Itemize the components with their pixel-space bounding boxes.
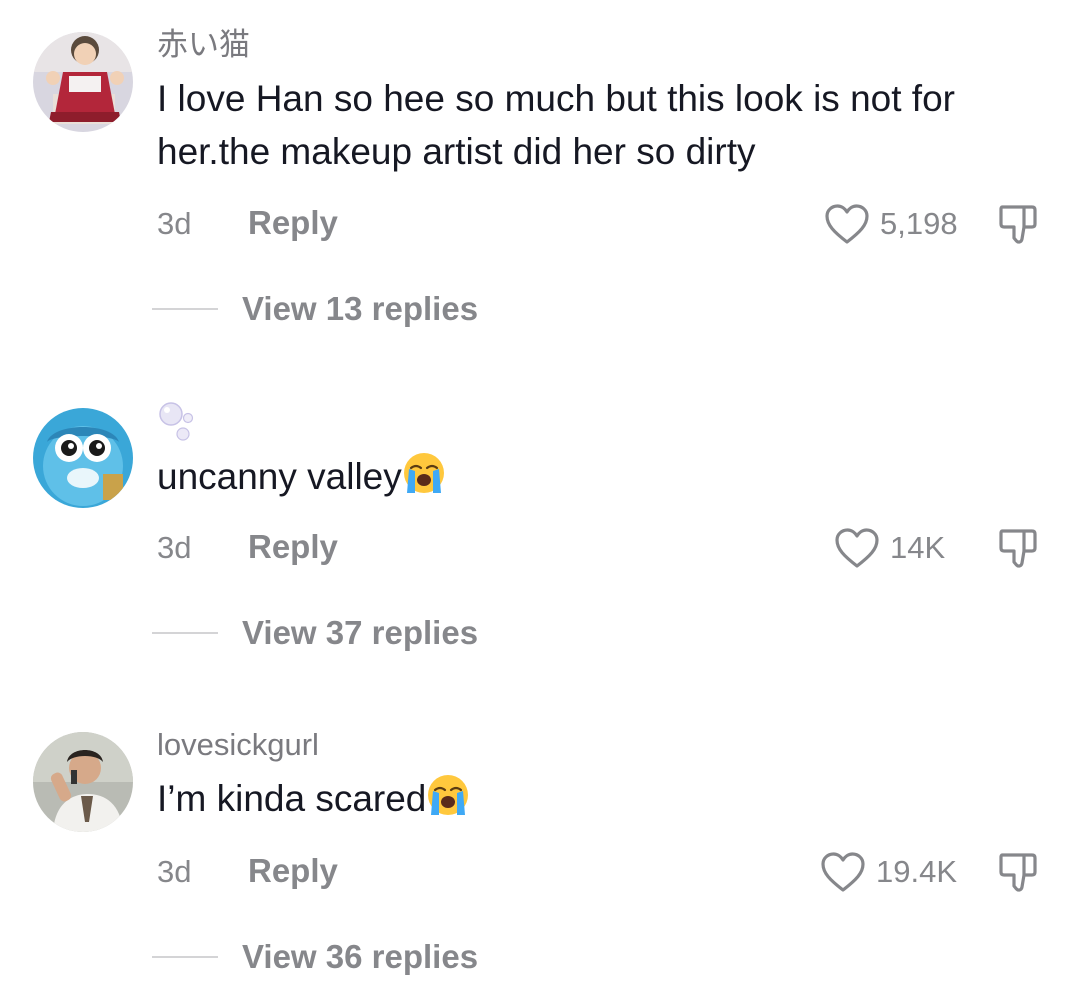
heart-icon — [825, 204, 869, 244]
avatar[interactable] — [33, 732, 133, 832]
view-replies-button[interactable]: View 13 replies — [152, 289, 478, 329]
loudly-crying-face-emoji — [403, 453, 444, 493]
like-count: 14K — [890, 530, 946, 565]
bubbles-icon — [159, 402, 194, 441]
comment-username[interactable]: lovesickgurl — [157, 727, 319, 763]
reply-button[interactable]: Reply — [248, 529, 338, 565]
blue-creature-avatar-image — [33, 408, 133, 508]
replies-divider — [152, 956, 218, 958]
dislike-icon[interactable] — [996, 526, 1040, 570]
comment-text-content: uncanny valley — [157, 456, 402, 497]
view-replies-label: View 13 replies — [242, 290, 479, 327]
comment-text: I love Han so hee so much but this look … — [157, 78, 955, 172]
person-photo-avatar-image — [33, 732, 133, 832]
like-button[interactable]: 14K — [834, 526, 945, 570]
comment-timestamp: 3d — [157, 530, 192, 565]
view-replies-label: View 36 replies — [242, 938, 479, 975]
comment-timestamp: 3d — [157, 206, 192, 241]
cartoon-girl-avatar-image — [33, 32, 133, 132]
comment-username[interactable]: 赤い猫 — [157, 27, 250, 63]
like-button[interactable]: 5,198 — [824, 202, 958, 246]
like-count: 19.4K — [876, 854, 958, 889]
view-replies-label: View 37 replies — [242, 614, 479, 651]
like-count: 5,198 — [880, 206, 958, 241]
comment-timestamp: 3d — [157, 854, 192, 889]
heart-icon — [835, 528, 879, 568]
view-replies-button[interactable]: View 37 replies — [152, 613, 478, 653]
replies-divider — [152, 632, 218, 634]
dislike-icon[interactable] — [996, 202, 1040, 246]
view-replies-button[interactable]: View 36 replies — [152, 937, 478, 977]
reply-button[interactable]: Reply — [248, 205, 338, 241]
loudly-crying-face-emoji — [428, 775, 469, 815]
avatar[interactable] — [33, 32, 133, 132]
avatar[interactable] — [33, 408, 133, 508]
comment-text: I’m kinda scared — [157, 772, 1037, 825]
comment-text: uncanny valley — [157, 450, 1037, 503]
comment-text-content: I’m kinda scared — [157, 778, 427, 819]
like-button[interactable]: 19.4K — [820, 850, 957, 894]
replies-divider — [152, 308, 218, 310]
dislike-icon[interactable] — [996, 850, 1040, 894]
heart-icon — [821, 852, 865, 892]
reply-button[interactable]: Reply — [248, 853, 338, 889]
